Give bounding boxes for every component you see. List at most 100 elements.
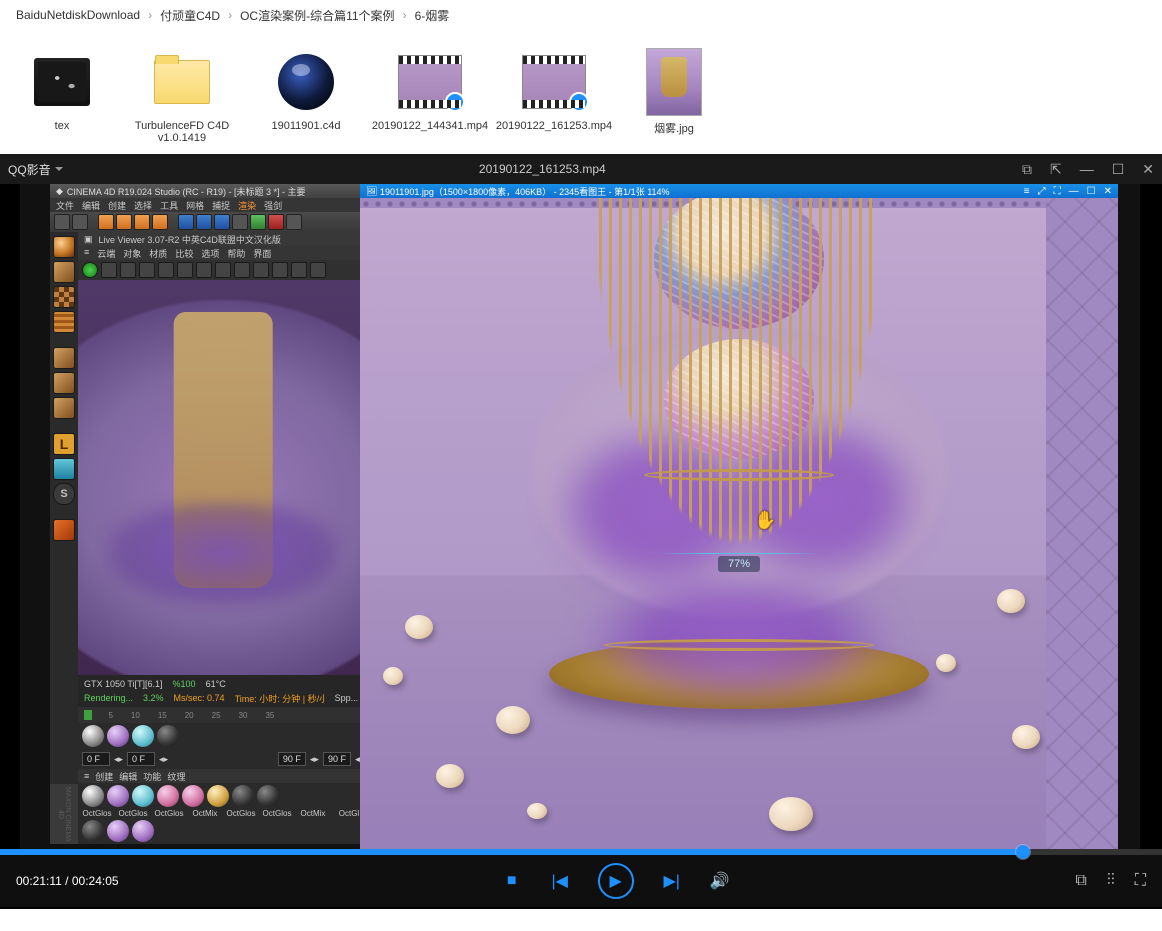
material-sphere-icon[interactable] (132, 820, 154, 842)
material-sphere-icon[interactable] (232, 785, 254, 807)
c4d-menu-item[interactable]: 创建 (108, 199, 126, 211)
redo-icon[interactable] (72, 214, 88, 230)
model-mode-icon[interactable] (53, 347, 75, 369)
point-mode-icon[interactable] (53, 458, 75, 480)
pip-icon[interactable]: ⧉ (1022, 161, 1032, 178)
settings-button[interactable]: ⫶⫶ (1107, 872, 1115, 890)
c4d-menu-item[interactable]: 网格 (186, 199, 204, 211)
player-app-name[interactable]: QQ影音 (8, 161, 63, 178)
settings-icon[interactable] (196, 262, 212, 278)
breadcrumb-current[interactable]: 6-烟雾 (415, 7, 450, 24)
folder-tex[interactable]: tex (16, 50, 108, 144)
tool-icon[interactable] (215, 262, 231, 278)
material-sphere-icon[interactable] (132, 725, 154, 747)
maximize-icon[interactable]: ☐ (1112, 161, 1125, 178)
lv-menu-item[interactable]: ≡ (84, 247, 89, 259)
layers-icon[interactable] (53, 311, 75, 333)
menu-icon[interactable]: ≡ (1024, 186, 1030, 197)
material-sphere-icon[interactable] (257, 785, 279, 807)
close-icon[interactable]: ✕ (1142, 161, 1154, 178)
lv-menu-item[interactable]: 界面 (253, 247, 271, 259)
spline-tool-icon[interactable]: L (53, 433, 75, 455)
frame-max-input[interactable]: 90 F (323, 752, 351, 766)
lock-icon[interactable] (177, 262, 193, 278)
breadcrumb-item[interactable]: BaiduNetdiskDownload (16, 8, 140, 22)
mat-preview-icon[interactable] (53, 236, 75, 258)
render-icon[interactable] (250, 214, 266, 230)
c4d-menu-item[interactable]: 强剑 (264, 199, 282, 211)
file-video-2[interactable]: 20190122_161253.mp4 (504, 50, 604, 144)
fullscreen-button[interactable]: ⛶ (1135, 872, 1146, 890)
tool-icon[interactable] (310, 262, 326, 278)
c4d-menu-item[interactable]: 捕捉 (212, 199, 230, 211)
refresh-icon[interactable] (101, 262, 117, 278)
rotate-tool-icon[interactable] (152, 214, 168, 230)
lv-menu-item[interactable]: 比较 (175, 247, 193, 259)
timeline-ruler[interactable]: 05101520253035 (78, 707, 368, 723)
c4d-menu-item[interactable]: 文件 (56, 199, 74, 211)
octane-render-icon[interactable] (82, 262, 98, 278)
tool-icon[interactable] (232, 214, 248, 230)
mat-tab[interactable]: 编辑 (119, 770, 137, 783)
image-viewer-canvas[interactable]: 77% (360, 198, 1118, 849)
minimize-icon[interactable]: — (1080, 161, 1094, 178)
pin-icon[interactable]: ⇱ (1050, 161, 1062, 178)
x-axis-icon[interactable] (178, 214, 194, 230)
mode-icon[interactable] (53, 397, 75, 419)
mat-tab[interactable]: 创建 (95, 770, 113, 783)
playback-progress-bar[interactable] (0, 849, 1162, 855)
mat-tab[interactable]: ≡ (84, 771, 89, 781)
next-button[interactable]: ▶| (662, 871, 682, 891)
maximize-icon[interactable]: ☐ (1087, 186, 1096, 197)
move-tool-icon[interactable] (116, 214, 132, 230)
scale-tool-icon[interactable] (134, 214, 150, 230)
breadcrumb-item[interactable]: 付顽童C4D (160, 7, 220, 24)
file-video-1[interactable]: 20190122_144341.mp4 (380, 50, 480, 144)
material-sphere-icon[interactable] (132, 785, 154, 807)
play-button[interactable]: ▶ (598, 863, 634, 899)
minimize-icon[interactable]: — (1069, 186, 1079, 197)
volume-button[interactable]: 🔊 (710, 871, 730, 891)
c4d-menu-item[interactable]: 选择 (134, 199, 152, 211)
material-sphere-icon[interactable] (107, 725, 129, 747)
fullscreen-icon[interactable]: ⛶ (1054, 186, 1061, 197)
material-sphere-icon[interactable] (157, 785, 179, 807)
arrows-icon[interactable]: ⤢ (1038, 186, 1046, 197)
clock-icon[interactable] (291, 262, 307, 278)
c4d-menu-item[interactable]: 渲染 (238, 199, 256, 211)
render-settings-icon[interactable] (268, 214, 284, 230)
frame-start-input[interactable]: 0 F (82, 752, 110, 766)
material-sphere-icon[interactable] (82, 725, 104, 747)
lv-menu-item[interactable]: 对象 (123, 247, 141, 259)
mat-tab[interactable]: 纹理 (167, 770, 185, 783)
material-sphere-icon[interactable] (107, 820, 129, 842)
lv-menu-item[interactable]: 云端 (97, 247, 115, 259)
snapshot-button[interactable]: ⧉ (1075, 872, 1086, 890)
cube-primitive-icon[interactable] (53, 261, 75, 283)
select-tool-icon[interactable] (98, 214, 114, 230)
material-sphere-icon[interactable] (207, 785, 229, 807)
file-c4d[interactable]: 19011901.c4d (256, 50, 356, 144)
lv-menu-item[interactable]: 材质 (149, 247, 167, 259)
camera-icon[interactable] (158, 262, 174, 278)
stop-button[interactable]: ■ (502, 871, 522, 891)
material-sphere-icon[interactable] (157, 725, 179, 747)
c4d-menu-item[interactable]: 编辑 (82, 199, 100, 211)
folder-turbulencefd[interactable]: TurbulenceFD C4D v1.0.1419 (132, 50, 232, 144)
material-sphere-icon[interactable] (82, 785, 104, 807)
y-axis-icon[interactable] (196, 214, 212, 230)
progress-thumb[interactable] (1016, 845, 1030, 859)
undo-icon[interactable] (54, 214, 70, 230)
reset-icon[interactable] (139, 262, 155, 278)
c4d-menu-item[interactable]: 工具 (160, 199, 178, 211)
file-jpg[interactable]: 烟雾.jpg (628, 50, 720, 144)
frame-end-input[interactable]: 90 F (278, 752, 306, 766)
frame-current-input[interactable]: 0 F (127, 752, 155, 766)
prev-button[interactable]: |◀ (550, 871, 570, 891)
region-icon[interactable] (253, 262, 269, 278)
pause-icon[interactable] (120, 262, 136, 278)
render-preview-viewport[interactable] (78, 280, 368, 675)
lv-menu-item[interactable]: 帮助 (227, 247, 245, 259)
video-canvas[interactable]: ◆CINEMA 4D R19.024 Studio (RC - R19) - [… (0, 184, 1162, 849)
tool-icon[interactable] (286, 214, 302, 230)
